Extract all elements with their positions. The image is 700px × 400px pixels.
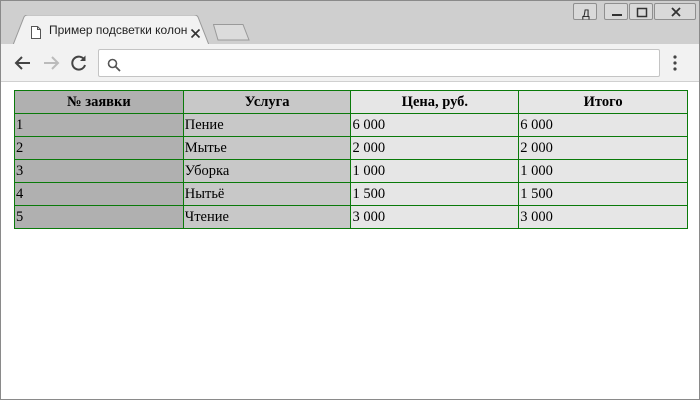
kebab-menu-icon[interactable] [671,54,679,76]
page-content: № заявки Услуга Цена, руб. Итого 1 Пение… [1,83,699,399]
cell-total: 6 000 [518,113,688,137]
cell-total: 2 000 [518,136,688,160]
arrow-right-icon [44,56,60,70]
cell-price: 3 000 [350,205,520,229]
table-header-row: № заявки Услуга Цена, руб. Итого [14,90,688,114]
close-window-button[interactable] [654,3,696,20]
user-badge-icon: Д [582,8,590,20]
cell-order-number: 5 [14,205,184,229]
minimize-icon [612,14,622,16]
title-bar: Пример подсветки колонок Д [1,1,699,45]
cell-total: 3 000 [518,205,688,229]
reload-button[interactable] [69,53,89,73]
header-total: Итого [518,90,688,114]
svg-text:Д: Д [582,8,590,20]
table-row: 5 Чтение 3 000 3 000 [14,205,688,229]
cell-price: 6 000 [350,113,520,137]
cell-service: Пение [182,113,352,137]
table-row: 2 Мытье 2 000 2 000 [14,136,688,160]
restore-button[interactable] [629,3,653,20]
reload-icon [71,55,86,71]
address-input[interactable] [127,54,647,72]
cell-service: Чтение [182,205,352,229]
browser-tab[interactable]: Пример подсветки колонок [13,15,209,45]
browser-window: Пример подсветки колонок Д № заявки Услу… [0,0,700,400]
cell-service: Уборка [182,159,352,183]
user-badge-button[interactable]: Д [573,3,597,20]
cell-price: 1 500 [350,182,520,206]
table-row: 3 Уборка 1 000 1 000 [14,159,688,183]
cell-total: 1 500 [518,182,688,206]
header-service: Услуга [182,90,352,114]
table-row: 1 Пение 6 000 6 000 [14,113,688,137]
new-tab-button[interactable] [212,23,251,45]
back-button[interactable] [13,53,33,73]
restore-icon [636,7,648,18]
forward-button[interactable] [41,53,61,73]
cell-price: 2 000 [350,136,520,160]
browser-toolbar [1,44,699,82]
cell-service: Мытье [182,136,352,160]
close-tab-icon[interactable] [190,24,201,43]
services-table: № заявки Услуга Цена, руб. Итого 1 Пение… [14,90,688,229]
cell-service: Нытьё [182,182,352,206]
tab-title: Пример подсветки колонок [49,23,187,37]
minimize-button[interactable] [604,3,628,20]
arrow-left-icon [14,56,30,70]
address-bar[interactable] [98,49,660,77]
table-row: 4 Нытьё 1 500 1 500 [14,182,688,206]
cell-order-number: 1 [14,113,184,137]
search-icon [107,57,121,76]
header-price: Цена, руб. [350,90,520,114]
close-icon [671,7,681,17]
cell-order-number: 2 [14,136,184,160]
header-order-number: № заявки [14,90,184,114]
cell-order-number: 4 [14,182,184,206]
cell-total: 1 000 [518,159,688,183]
cell-order-number: 3 [14,159,184,183]
cell-price: 1 000 [350,159,520,183]
page-icon [31,24,41,43]
